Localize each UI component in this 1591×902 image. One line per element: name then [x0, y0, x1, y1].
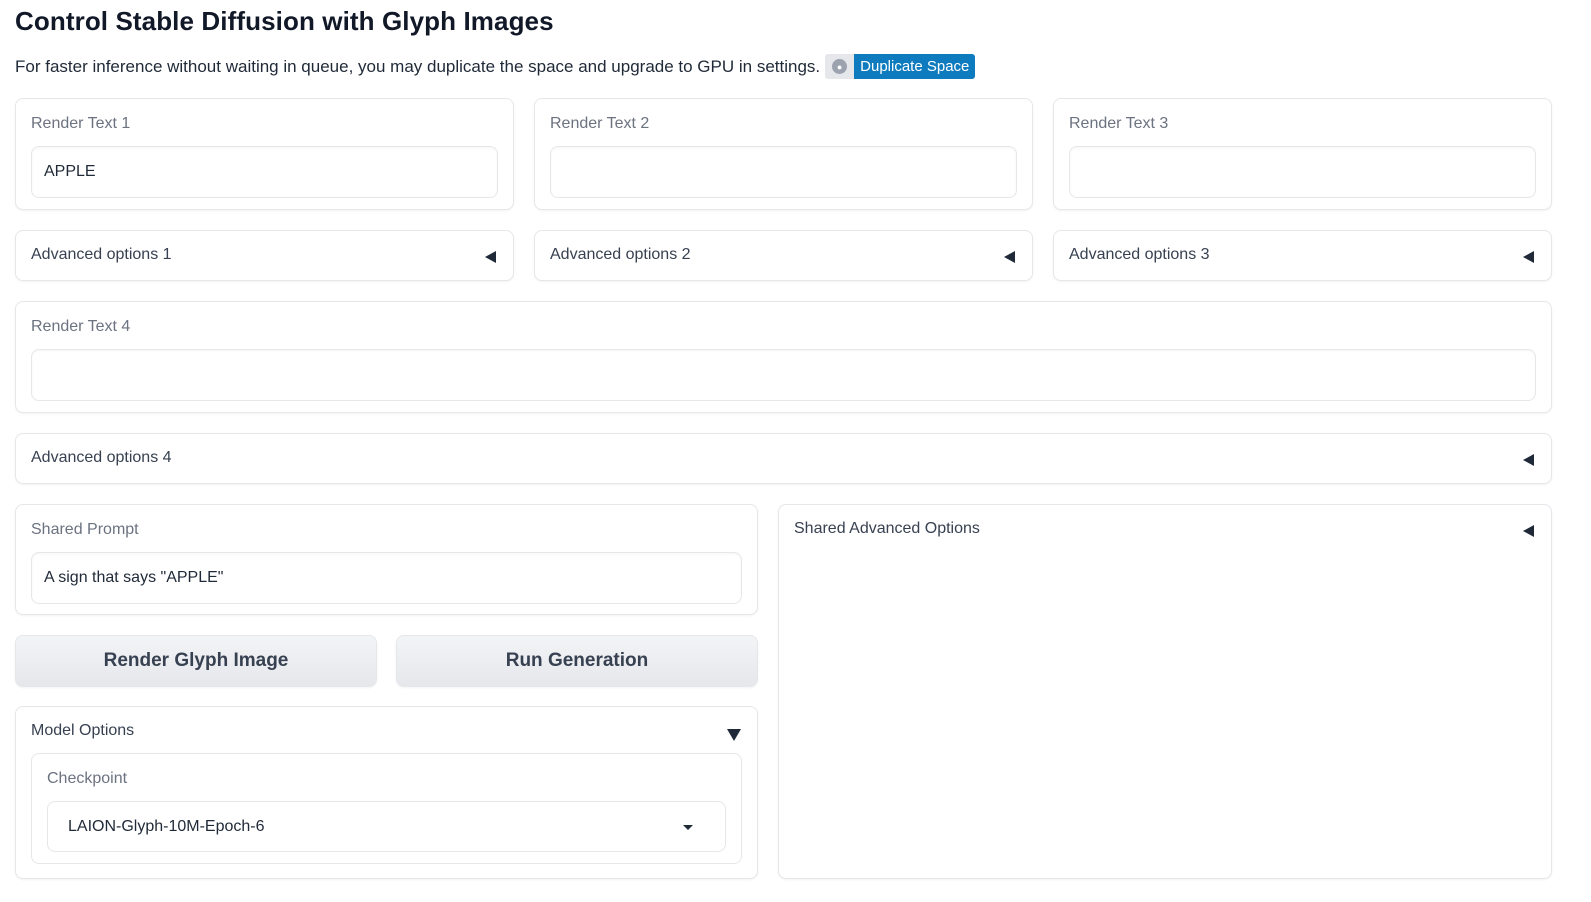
collapse-arrow-icon — [1523, 525, 1534, 537]
page-title: Control Stable Diffusion with Glyph Imag… — [15, 6, 554, 36]
model-options-label[interactable]: Model Options — [31, 722, 134, 740]
shared-advanced-options-accordion[interactable]: Shared Advanced Options — [778, 504, 1552, 879]
render-text-1-input[interactable]: APPLE — [31, 146, 498, 198]
advanced-options-2-accordion[interactable]: Advanced options 2 — [534, 230, 1033, 281]
render-text-3-label: Render Text 3 — [1069, 115, 1169, 132]
render-text-3-input[interactable] — [1069, 146, 1536, 198]
render-text-1-label: Render Text 1 — [31, 115, 131, 132]
run-generation-button[interactable]: Run Generation — [396, 635, 758, 687]
dropdown-caret-icon — [683, 825, 693, 830]
duplicate-space-button[interactable]: Duplicate Space — [854, 54, 976, 79]
render-text-2-label: Render Text 2 — [550, 115, 650, 132]
advanced-options-1-label: Advanced options 1 — [31, 246, 172, 263]
advanced-options-3-accordion[interactable]: Advanced options 3 — [1053, 230, 1552, 281]
advanced-options-3-label: Advanced options 3 — [1069, 246, 1210, 263]
render-glyph-image-button[interactable]: Render Glyph Image — [15, 635, 377, 687]
checkpoint-selected-value: LAION-Glyph-10M-Epoch-6 — [68, 817, 265, 835]
advanced-options-4-accordion[interactable]: Advanced options 4 — [15, 433, 1552, 484]
duplicate-space-badge[interactable]: ● Duplicate Space — [825, 54, 976, 79]
shared-prompt-input[interactable]: A sign that says "APPLE" — [31, 552, 742, 604]
render-text-2-block: Render Text 2 — [534, 98, 1033, 210]
notice-text: For faster inference without waiting in … — [15, 56, 821, 76]
render-text-2-input[interactable] — [550, 146, 1017, 198]
advanced-options-1-accordion[interactable]: Advanced options 1 — [15, 230, 514, 281]
render-text-4-label: Render Text 4 — [31, 318, 131, 335]
gpu-notice: For faster inference without waiting in … — [15, 54, 976, 79]
collapse-arrow-icon — [1523, 251, 1534, 263]
render-text-4-block: Render Text 4 — [15, 301, 1552, 413]
checkpoint-label: Checkpoint — [47, 770, 128, 787]
collapse-arrow-icon — [1004, 251, 1015, 263]
collapse-arrow-icon — [1523, 454, 1534, 466]
render-text-3-block: Render Text 3 — [1053, 98, 1552, 210]
render-text-4-input[interactable] — [31, 349, 1536, 401]
checkpoint-block: Checkpoint LAION-Glyph-10M-Epoch-6 — [31, 753, 742, 864]
advanced-options-4-label: Advanced options 4 — [31, 449, 172, 466]
checkpoint-dropdown[interactable]: LAION-Glyph-10M-Epoch-6 — [47, 801, 726, 852]
shared-prompt-label: Shared Prompt — [31, 521, 139, 538]
collapse-arrow-icon — [485, 251, 496, 263]
duplicate-icon: ● — [825, 54, 855, 79]
advanced-options-2-label: Advanced options 2 — [550, 246, 691, 263]
model-options-accordion: Model Options Checkpoint LAION-Glyph-10M… — [15, 706, 758, 879]
expand-arrow-icon[interactable] — [727, 729, 741, 741]
shared-advanced-options-label: Shared Advanced Options — [794, 520, 980, 537]
render-text-1-block: Render Text 1 APPLE — [15, 98, 514, 210]
shared-prompt-block: Shared Prompt A sign that says "APPLE" — [15, 504, 758, 615]
